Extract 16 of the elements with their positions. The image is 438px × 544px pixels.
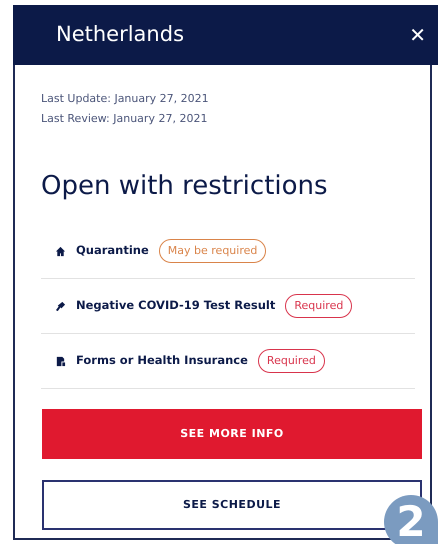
dialog-title: Netherlands (56, 21, 184, 48)
step-number: 2 (384, 495, 438, 544)
requirement-tag: Required (258, 348, 325, 374)
requirement-label: Forms or Health Insurance (76, 352, 248, 370)
requirement-label: Quarantine (76, 242, 149, 260)
document-icon (55, 356, 66, 366)
requirement-tag: Required (285, 294, 352, 318)
close-button[interactable]: ✕ (405, 20, 430, 50)
swab-icon (55, 300, 66, 312)
status-heading: Open with restrictions (41, 170, 329, 203)
house-icon (55, 246, 66, 256)
more-info-button[interactable]: SEE MORE INFO (42, 409, 422, 459)
update-date: Last Review: January 27, 2021 (41, 111, 208, 127)
requirement-label: Negative COVID-19 Test Result (76, 297, 276, 314)
update-date: Last Update: January 27, 2021 (41, 91, 210, 107)
requirement-tag: May be required (158, 238, 266, 264)
